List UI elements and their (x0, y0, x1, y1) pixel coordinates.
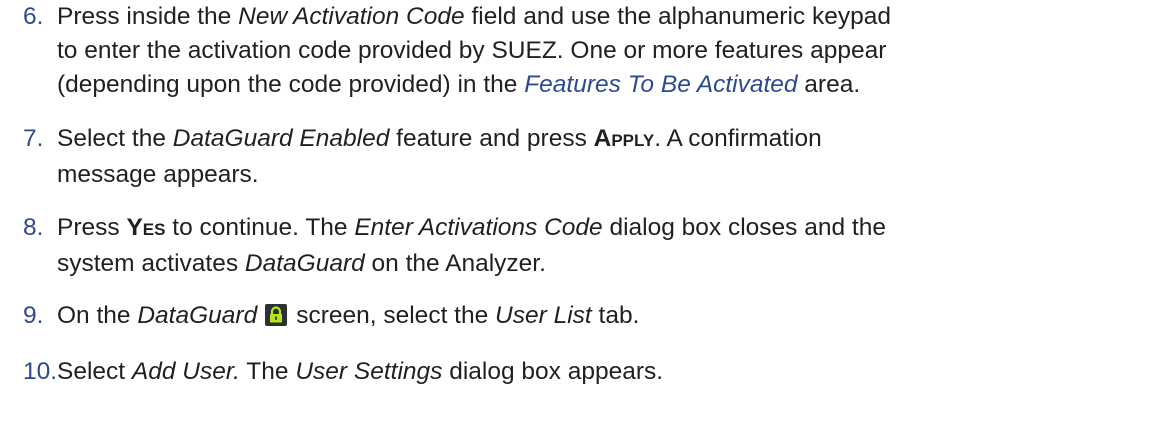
step-line: Press YES to continue. The Enter Activat… (57, 214, 886, 241)
lock-icon (265, 304, 288, 326)
step-text: Press YES to continue. The Enter Activat… (57, 211, 1147, 281)
step-line: message appears. (57, 161, 259, 188)
instruction-steps: 6. Press inside the New Activation Code … (0, 0, 1155, 434)
area-name: Features To Be Activated (524, 71, 798, 98)
step-number: 9. (23, 302, 44, 329)
step-line: to enter the activation code provided by… (57, 37, 887, 64)
step-number: 10. (23, 358, 58, 385)
step-line: system activates DataGuard on the Analyz… (57, 250, 546, 277)
step-text: On the DataGuard screen, select the User … (57, 299, 1147, 333)
apply-button-label: APPLY (593, 125, 655, 152)
feature-name: DataGuard Enabled (172, 125, 390, 152)
tab-name: User List (495, 302, 592, 329)
step-number: 8. (23, 214, 44, 241)
step-text: Select the DataGuard Enabled feature and… (57, 122, 1147, 192)
step-text: Select Add User. The User Settings dialo… (57, 355, 1147, 389)
feature-name: DataGuard (244, 250, 365, 277)
step-line: Select Add User. The User Settings dialo… (57, 358, 664, 385)
field-name: New Activation Code (238, 3, 465, 30)
step-line: Select the DataGuard Enabled feature and… (57, 125, 822, 152)
option-name: Add User. (131, 358, 240, 385)
step-line: Press inside the New Activation Code fie… (57, 3, 891, 30)
step-text: Press inside the New Activation Code fie… (57, 0, 1147, 102)
dialog-name: Enter Activations Code (354, 214, 603, 241)
yes-button-label: YES (126, 214, 166, 241)
step-number: 6. (23, 3, 44, 30)
step-line: On the DataGuard screen, select the User … (57, 302, 640, 329)
screen-name: DataGuard (137, 302, 258, 329)
step-number: 7. (23, 125, 44, 152)
step-line: (depending upon the code provided) in th… (57, 71, 861, 98)
dialog-name: User Settings (295, 358, 443, 385)
